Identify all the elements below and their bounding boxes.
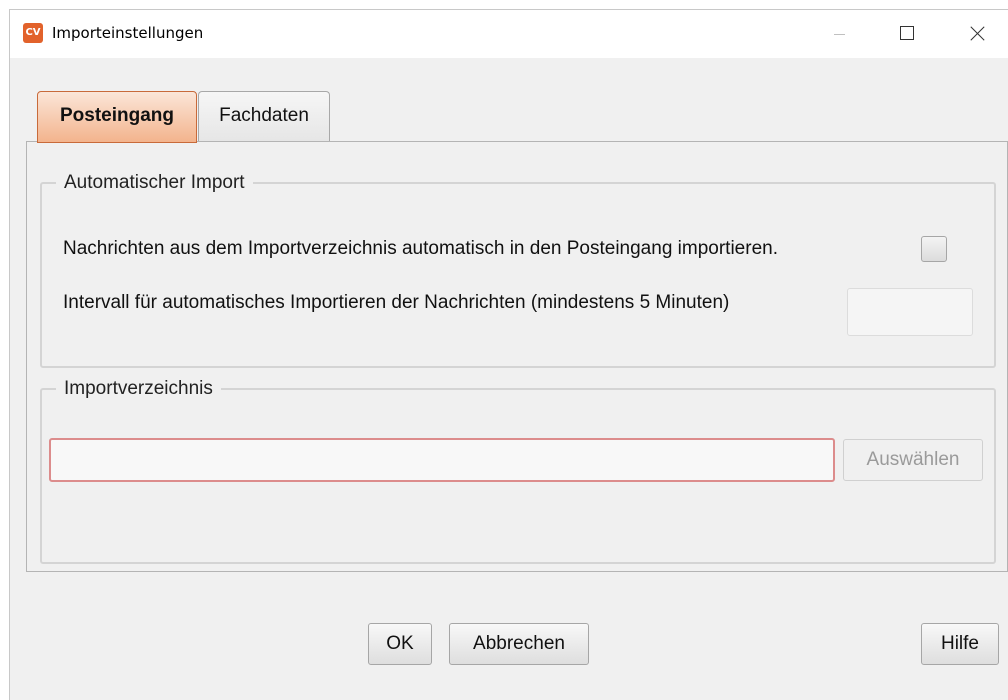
import-directory-legend: Importverzeichnis: [56, 377, 221, 401]
interval-input[interactable]: [847, 288, 973, 336]
help-button[interactable]: Hilfe: [921, 623, 999, 665]
auto-import-legend: Automatischer Import: [56, 171, 253, 195]
auto-import-group: Automatischer Import Nachrichten aus dem…: [40, 171, 996, 368]
window-title: Importeinstellungen: [52, 24, 204, 42]
auto-import-checkbox[interactable]: [921, 236, 947, 262]
maximize-button[interactable]: [884, 10, 930, 58]
close-button[interactable]: [954, 10, 1000, 58]
ok-button[interactable]: OK: [368, 623, 432, 665]
minimize-button[interactable]: [816, 10, 862, 58]
select-directory-button[interactable]: Auswählen: [843, 439, 983, 481]
interval-label: Intervall für automatisches Importieren …: [63, 292, 730, 313]
import-directory-group: Importverzeichnis Auswählen: [40, 377, 996, 564]
title-bar[interactable]: CV Importeinstellungen: [10, 10, 1008, 58]
import-directory-input[interactable]: [49, 438, 835, 482]
tab-posteingang[interactable]: Posteingang: [37, 91, 197, 143]
cancel-button[interactable]: Abbrechen: [449, 623, 589, 665]
dialog-window: CV Importeinstellungen Posteingang Fachd…: [9, 9, 1008, 700]
app-logo-icon: CV: [23, 23, 43, 43]
tab-fachdaten[interactable]: Fachdaten: [198, 91, 330, 141]
auto-import-checkbox-label: Nachrichten aus dem Importverzeichnis au…: [63, 238, 778, 259]
tab-panel-posteingang: Automatischer Import Nachrichten aus dem…: [26, 141, 1008, 572]
